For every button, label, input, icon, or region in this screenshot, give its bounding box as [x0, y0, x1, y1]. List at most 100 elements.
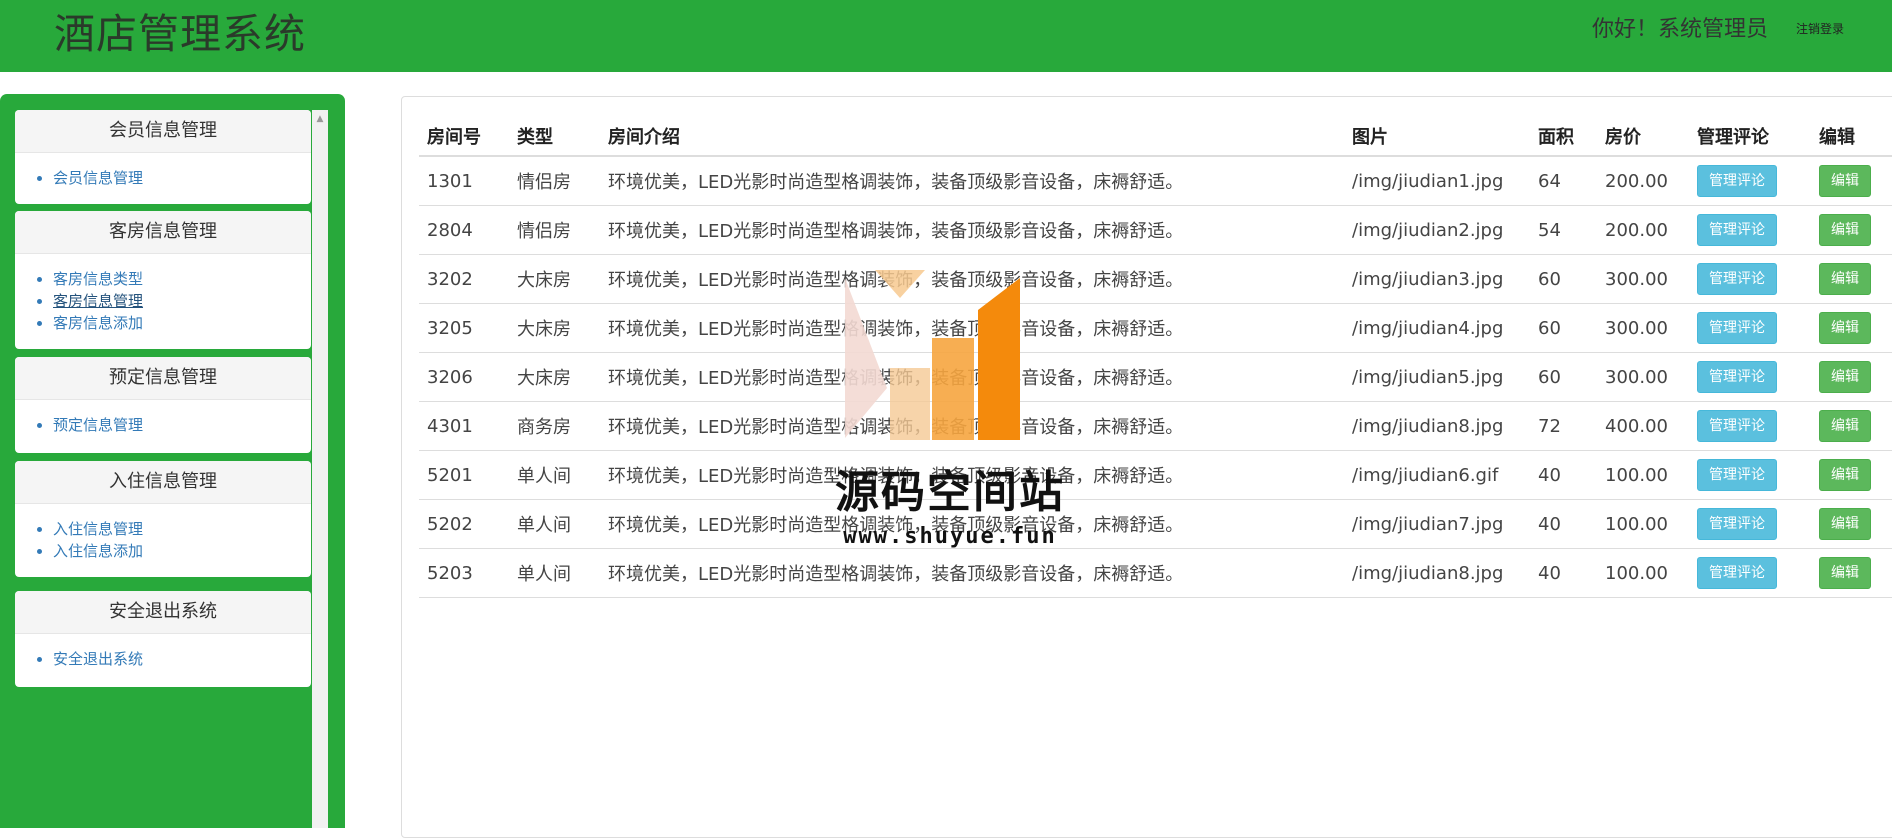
menu-list-item: 预定信息管理 [53, 414, 311, 436]
room-area-cell: 54 [1530, 205, 1597, 255]
menu-link-checkin-manage[interactable]: 入住信息管理 [53, 520, 143, 538]
column-header: 面积 [1530, 117, 1597, 157]
room-area-cell: 64 [1530, 156, 1597, 206]
room-type-cell: 大床房 [509, 352, 600, 402]
menu-list-item: 入住信息管理 [53, 518, 311, 540]
edit-button[interactable]: 编辑 [1819, 214, 1871, 246]
room-type-cell: 单人间 [509, 450, 600, 500]
manage-review-button[interactable]: 管理评论 [1697, 165, 1777, 197]
edit-action-cell: 编辑 [1811, 450, 1892, 500]
edit-action-cell: 编辑 [1811, 401, 1892, 451]
panel-menu: 入住信息管理 入住信息添加 [15, 504, 311, 562]
menu-link-room-add[interactable]: 客房信息添加 [53, 314, 143, 332]
room-number-cell: 5201 [419, 450, 509, 500]
menu-link-checkin-add[interactable]: 入住信息添加 [53, 542, 143, 560]
menu-link-member-manage[interactable]: 会员信息管理 [53, 169, 143, 187]
room-type-cell: 情侣房 [509, 205, 600, 255]
room-table: 房间号 类型 房间介绍 图片 面积 房价 管理评论 编辑 1301 情侣房 环境… [419, 117, 1892, 598]
table-row: 5201 单人间 环境优美，LED光影时尚造型格调装饰，装备顶级影音设备，床褥舒… [419, 450, 1892, 500]
manage-review-button[interactable]: 管理评论 [1697, 508, 1777, 540]
room-image-cell: /img/jiudian4.jpg [1344, 303, 1530, 353]
room-description-cell: 环境优美，LED光影时尚造型格调装饰，装备顶级影音设备，床褥舒适。 [600, 205, 1344, 255]
column-header: 管理评论 [1689, 117, 1811, 157]
room-area-cell: 40 [1530, 499, 1597, 549]
room-price-cell: 300.00 [1597, 303, 1689, 353]
panel-reservation-info: 预定信息管理 预定信息管理 [15, 357, 311, 453]
room-image-cell: /img/jiudian3.jpg [1344, 254, 1530, 304]
room-image-cell: /img/jiudian8.jpg [1344, 401, 1530, 451]
room-number-cell: 3202 [419, 254, 509, 304]
edit-button[interactable]: 编辑 [1819, 410, 1871, 442]
menu-link-room-manage[interactable]: 客房信息管理 [53, 292, 143, 310]
panel-menu: 会员信息管理 [15, 153, 311, 189]
edit-action-cell: 编辑 [1811, 303, 1892, 353]
edit-button[interactable]: 编辑 [1819, 508, 1871, 540]
manage-review-button[interactable]: 管理评论 [1697, 459, 1777, 491]
room-number-cell: 5203 [419, 548, 509, 598]
table-row: 3206 大床房 环境优美，LED光影时尚造型格调装饰，装备顶级影音设备，床褥舒… [419, 352, 1892, 402]
room-number-cell: 4301 [419, 401, 509, 451]
edit-button[interactable]: 编辑 [1819, 312, 1871, 344]
table-row: 5203 单人间 环境优美，LED光影时尚造型格调装饰，装备顶级影音设备，床褥舒… [419, 548, 1892, 598]
room-type-cell: 单人间 [509, 499, 600, 549]
menu-list-item: 会员信息管理 [53, 167, 311, 189]
manage-review-button[interactable]: 管理评论 [1697, 312, 1777, 344]
table-header-row: 房间号 类型 房间介绍 图片 面积 房价 管理评论 编辑 [419, 117, 1892, 157]
room-image-cell: /img/jiudian7.jpg [1344, 499, 1530, 549]
manage-review-button[interactable]: 管理评论 [1697, 361, 1777, 393]
panel-heading: 会员信息管理 [15, 110, 311, 153]
manage-review-button[interactable]: 管理评论 [1697, 214, 1777, 246]
room-number-cell: 5202 [419, 499, 509, 549]
top-header: 酒店管理系统 你好！系统管理员 注销登录 [0, 0, 1892, 72]
review-action-cell: 管理评论 [1689, 156, 1811, 206]
scroll-up-arrow-icon[interactable]: ▲ [312, 110, 328, 128]
edit-button[interactable]: 编辑 [1819, 459, 1871, 491]
panel-heading: 入住信息管理 [15, 461, 311, 504]
main-content: 房间号 类型 房间介绍 图片 面积 房价 管理评论 编辑 1301 情侣房 环境… [401, 96, 1892, 838]
panel-checkin-info: 入住信息管理 入住信息管理 入住信息添加 [15, 461, 311, 577]
edit-button[interactable]: 编辑 [1819, 361, 1871, 393]
table-row: 4301 商务房 环境优美，LED光影时尚造型格调装饰，装备顶级影音设备，床褥舒… [419, 401, 1892, 451]
table-row: 5202 单人间 环境优美，LED光影时尚造型格调装饰，装备顶级影音设备，床褥舒… [419, 499, 1892, 549]
room-image-cell: /img/jiudian2.jpg [1344, 205, 1530, 255]
table-row: 2804 情侣房 环境优美，LED光影时尚造型格调装饰，装备顶级影音设备，床褥舒… [419, 205, 1892, 255]
menu-list-item: 客房信息类型 [53, 268, 311, 290]
menu-link-reservation-manage[interactable]: 预定信息管理 [53, 416, 143, 434]
room-number-cell: 3206 [419, 352, 509, 402]
table-row: 1301 情侣房 环境优美，LED光影时尚造型格调装饰，装备顶级影音设备，床褥舒… [419, 156, 1892, 206]
panel-menu: 预定信息管理 [15, 400, 311, 436]
sidebar: ▲ 会员信息管理 会员信息管理 客房信息管理 客房信息类型 客房信息管理 客房信… [0, 94, 345, 828]
manage-review-button[interactable]: 管理评论 [1697, 263, 1777, 295]
edit-button[interactable]: 编辑 [1819, 263, 1871, 295]
watermark-url: www.shuyue.fun [843, 524, 1057, 549]
edit-action-cell: 编辑 [1811, 254, 1892, 304]
room-price-cell: 200.00 [1597, 205, 1689, 255]
room-number-cell: 2804 [419, 205, 509, 255]
app-title: 酒店管理系统 [54, 10, 306, 58]
edit-button[interactable]: 编辑 [1819, 557, 1871, 589]
room-price-cell: 200.00 [1597, 156, 1689, 206]
review-action-cell: 管理评论 [1689, 401, 1811, 451]
logout-link[interactable]: 注销登录 [1796, 20, 1844, 38]
manage-review-button[interactable]: 管理评论 [1697, 557, 1777, 589]
room-price-cell: 100.00 [1597, 450, 1689, 500]
room-area-cell: 40 [1530, 548, 1597, 598]
edit-button[interactable]: 编辑 [1819, 165, 1871, 197]
room-type-cell: 单人间 [509, 548, 600, 598]
review-action-cell: 管理评论 [1689, 254, 1811, 304]
panel-member-info: 会员信息管理 会员信息管理 [15, 110, 311, 204]
table-row: 3202 大床房 环境优美，LED光影时尚造型格调装饰，装备顶级影音设备，床褥舒… [419, 254, 1892, 304]
menu-list-item: 入住信息添加 [53, 540, 311, 562]
room-image-cell: /img/jiudian5.jpg [1344, 352, 1530, 402]
menu-list-item: 客房信息添加 [53, 312, 311, 334]
menu-link-room-type[interactable]: 客房信息类型 [53, 270, 143, 288]
review-action-cell: 管理评论 [1689, 205, 1811, 255]
edit-action-cell: 编辑 [1811, 352, 1892, 402]
menu-link-safe-exit[interactable]: 安全退出系统 [53, 650, 143, 668]
table-row: 3205 大床房 环境优美，LED光影时尚造型格调装饰，装备顶级影音设备，床褥舒… [419, 303, 1892, 353]
panel-heading: 客房信息管理 [15, 211, 311, 254]
room-description-cell: 环境优美，LED光影时尚造型格调装饰，装备顶级影音设备，床褥舒适。 [600, 156, 1344, 206]
room-price-cell: 300.00 [1597, 254, 1689, 304]
sidebar-scrollbar[interactable]: ▲ [312, 110, 328, 828]
manage-review-button[interactable]: 管理评论 [1697, 410, 1777, 442]
